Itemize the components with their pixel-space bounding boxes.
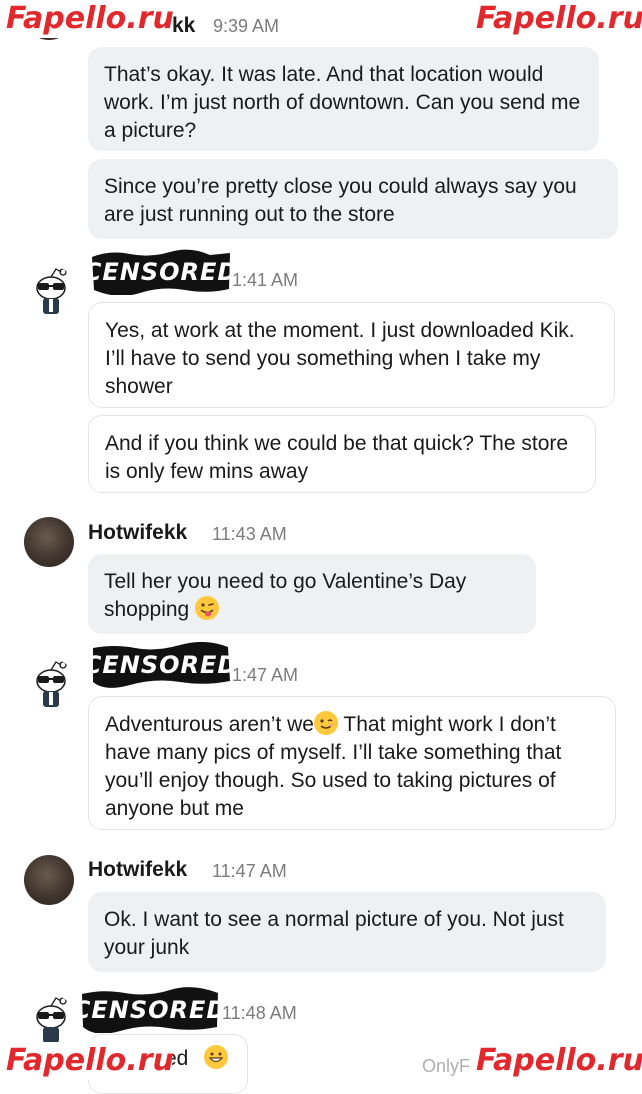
snoo-icon: [36, 997, 67, 1043]
wink-emoji-icon: [313, 711, 338, 735]
message-bubble[interactable]: That’s okay. It was late. And that locat…: [88, 47, 599, 151]
message-bubble[interactable]: And if you think we could be that quick?…: [88, 415, 596, 493]
watermark-bottom-left: Fapello.ru: [0, 1042, 174, 1080]
message-time: 11:43 AM: [212, 524, 287, 544]
message-time: 1:47 AM: [232, 665, 299, 685]
sender-name[interactable]: Hotwifekk: [88, 521, 187, 545]
censored-sender-name: CENSORED: [83, 642, 239, 688]
sender-name[interactable]: kk: [172, 14, 195, 38]
message-text: Yes, at work at the moment. I just downl…: [105, 319, 575, 398]
watermark-top-right: Fapello.ru: [470, 0, 642, 38]
snoo-avatar[interactable]: [26, 995, 76, 1045]
message-bubble[interactable]: Since you’re pretty close you could alwa…: [88, 159, 618, 239]
message-bubble[interactable]: Ok. I want to see a normal picture of yo…: [88, 892, 606, 972]
censored-sender-name: CENSORED: [83, 249, 239, 295]
watermark-bottom-right: Fapello.ru: [470, 1042, 642, 1080]
snoo-avatar[interactable]: [26, 266, 76, 316]
message-text: Since you’re pretty close you could alwa…: [104, 175, 577, 226]
censor-label: CENSORED: [83, 651, 239, 679]
censor-label: CENSORED: [72, 996, 228, 1024]
snoo-avatar[interactable]: [26, 659, 76, 709]
message-bubble[interactable]: Yes, at work at the moment. I just downl…: [88, 302, 615, 408]
censor-label: CENSORED: [83, 258, 239, 286]
avatar[interactable]: [24, 855, 74, 905]
message-time: 11:48 AM: [222, 1003, 297, 1023]
winking-tongue-emoji-icon: [195, 596, 220, 620]
footer-watermark-text: OnlyF: [422, 1056, 471, 1076]
message-text: That’s okay. It was late. And that locat…: [104, 63, 581, 142]
message-text: Adventurous aren’t we: [105, 713, 314, 736]
message-time: 1:41 AM: [232, 270, 299, 290]
sender-name[interactable]: Hotwifekk: [88, 858, 187, 882]
message-text: Ok. I want to see a normal picture of yo…: [104, 908, 564, 959]
avatar[interactable]: [24, 517, 74, 567]
message-bubble[interactable]: Adventurous aren’t we That might work I …: [88, 696, 616, 830]
message-time: 9:39 AM: [213, 16, 280, 36]
message-text: And if you think we could be that quick?…: [105, 432, 569, 483]
snoo-icon: [36, 661, 67, 707]
censored-sender-name: CENSORED: [72, 987, 228, 1033]
message-time: 11:47 AM: [212, 861, 287, 881]
message-text: Tell her you need to go Valentine’s Day …: [104, 570, 467, 621]
grinning-emoji-icon: [204, 1045, 229, 1069]
snoo-icon: [36, 268, 67, 314]
message-bubble[interactable]: Tell her you need to go Valentine’s Day …: [88, 554, 536, 634]
watermark-top-left: Fapello.ru: [0, 0, 174, 38]
